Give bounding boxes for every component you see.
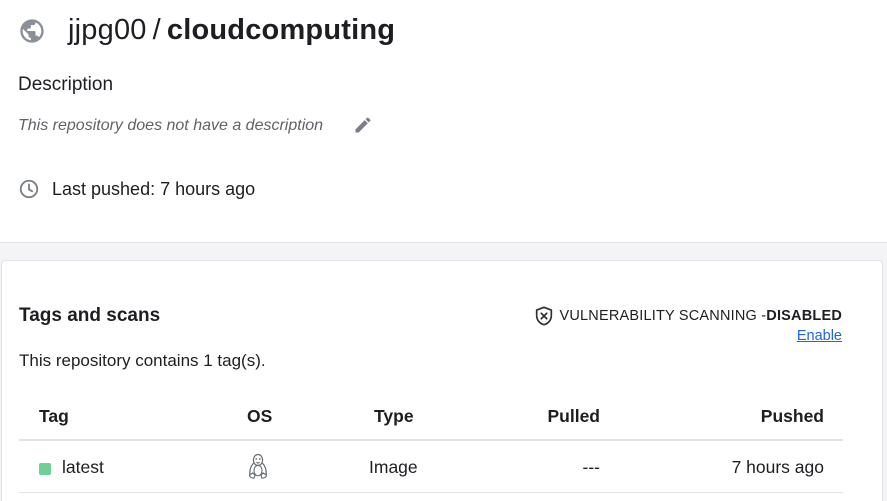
- tags-and-scans-card: Tags and scans VULNERABILITY SCANNING - …: [1, 260, 883, 501]
- scanning-label: VULNERABILITY SCANNING -: [559, 308, 767, 324]
- description-heading: Description: [18, 74, 114, 95]
- description-text: This repository does not have a descript…: [18, 117, 324, 134]
- repository-header-panel: jjpg00/cloudcomputing Description This r…: [0, 0, 887, 243]
- pencil-icon[interactable]: [353, 115, 373, 135]
- repo-owner[interactable]: jjpg00: [68, 14, 147, 46]
- column-header-type[interactable]: Type: [374, 406, 414, 427]
- last-pushed: Last pushed: 7 hours ago: [18, 178, 255, 200]
- shield-icon: [533, 305, 555, 327]
- tag-status-indicator: [39, 463, 51, 475]
- tag-type: Image: [369, 457, 418, 477]
- vulnerability-scanning-status: VULNERABILITY SCANNING - DISABLED: [533, 305, 843, 327]
- tag-pulled: ---: [582, 457, 600, 477]
- table-header: Tag OS Type Pulled Pushed: [19, 399, 843, 441]
- title-separator: /: [152, 14, 161, 46]
- repo-name: cloudcomputing: [166, 14, 396, 46]
- clock-icon: [18, 178, 40, 200]
- table-row[interactable]: latest Image --- 7 hours ago: [19, 441, 843, 493]
- column-header-pushed[interactable]: Pushed: [761, 406, 824, 427]
- page-title: jjpg00/cloudcomputing: [68, 14, 395, 47]
- globe-icon: [18, 17, 46, 45]
- enable-scanning-link[interactable]: Enable: [797, 328, 842, 344]
- column-header-os[interactable]: OS: [247, 406, 272, 427]
- column-header-pulled[interactable]: Pulled: [547, 406, 600, 427]
- scanning-status: DISABLED: [766, 308, 842, 324]
- last-pushed-text: Last pushed: 7 hours ago: [52, 178, 256, 199]
- linux-icon: [247, 453, 269, 481]
- tag-name-link[interactable]: latest: [62, 457, 104, 478]
- tags-heading: Tags and scans: [19, 305, 161, 326]
- tag-pushed: 7 hours ago: [731, 457, 824, 477]
- title-row: jjpg00/cloudcomputing: [18, 14, 395, 47]
- column-header-tag[interactable]: Tag: [39, 406, 69, 427]
- tag-count-text: This repository contains 1 tag(s).: [19, 351, 266, 370]
- tags-table: Tag OS Type Pulled Pushed latest Image -…: [19, 399, 843, 493]
